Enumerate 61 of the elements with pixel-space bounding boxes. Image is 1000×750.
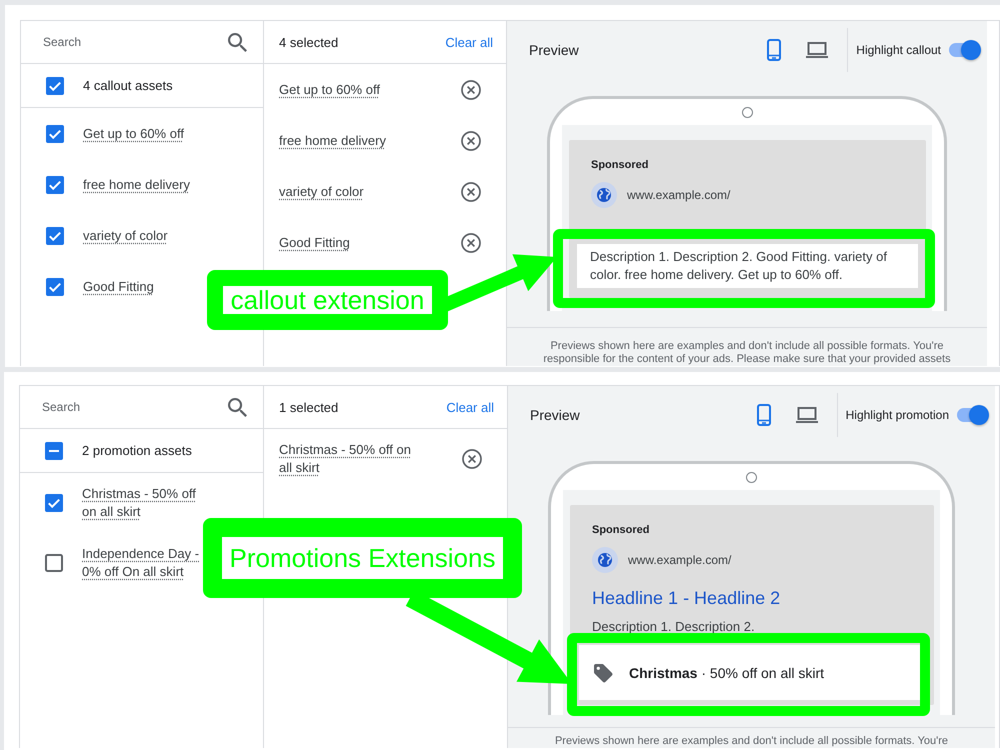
remove-circle-icon[interactable] <box>461 130 481 150</box>
clear-all-link[interactable]: Clear all <box>445 34 493 50</box>
phone-icon[interactable] <box>767 39 782 61</box>
highlight-toggle-label: Highlight promotion <box>846 408 949 422</box>
globe-icon <box>591 182 617 208</box>
selected-asset-label: variety of color <box>279 182 364 200</box>
asset-label: Christmas - 50% off on all skirt <box>82 485 197 521</box>
ad-description: Description 1. Description 2. <box>592 618 756 636</box>
asset-count-label: 4 callout assets <box>83 78 173 93</box>
preview-disclaimer: Previews shown here are examples and don't include all possible formats. You're responsible for the content of your ads. Please make sure that your provided assets <box>542 340 952 366</box>
selected-asset-label: free home delivery <box>279 132 386 150</box>
selected-count: 4 selected <box>279 34 338 50</box>
annotation-label: Promotions Extensions <box>203 518 522 598</box>
asset-label: Get up to 60% off <box>83 124 184 142</box>
asset-label: Independence Day - 0% off On all skirt <box>82 545 200 581</box>
remove-circle-icon[interactable] <box>461 232 481 252</box>
toggle-switch[interactable] <box>947 40 981 60</box>
promotion-text: Christmas · 50% off on all skirt <box>629 664 824 680</box>
highlight-toggle-label: Highlight callout <box>856 43 941 57</box>
checkbox[interactable] <box>45 494 63 512</box>
preview-title: Preview <box>529 42 579 58</box>
checkbox[interactable] <box>46 226 64 244</box>
checkbox[interactable] <box>45 554 63 572</box>
checkbox[interactable] <box>45 442 63 460</box>
asset-label: Good Fitting <box>83 278 154 296</box>
search-icon[interactable] <box>228 398 247 416</box>
selected-count: 1 selected <box>279 400 338 414</box>
ad-url: www.example.com/ <box>628 553 732 567</box>
asset-label: variety of color <box>83 226 168 244</box>
preview-title: Preview <box>530 407 580 423</box>
search-field[interactable]: Search <box>42 400 192 414</box>
tag-icon <box>593 662 613 682</box>
annotation-label: callout extension <box>207 270 448 330</box>
globe-icon <box>592 547 618 573</box>
asset-label: free home delivery <box>83 176 190 194</box>
checkbox[interactable] <box>46 124 64 142</box>
selected-asset-label: Good Fitting <box>279 234 350 252</box>
ad-headline: Headline 1 - Headline 2 <box>592 587 782 610</box>
clear-all-link[interactable]: Clear all <box>446 400 494 414</box>
selected-asset-label: Christmas - 50% off on all skirt <box>279 441 412 477</box>
search-field[interactable]: Search <box>43 35 193 49</box>
remove-circle-icon[interactable] <box>461 80 481 100</box>
preview-disclaimer: Previews shown here are examples and don't include all possible formats. You're <box>554 735 950 748</box>
remove-circle-icon[interactable] <box>461 182 481 202</box>
sponsored-label: Sponsored <box>591 158 650 172</box>
camera-dot-icon <box>742 107 752 118</box>
ad-callout-text: Description 1. Description 2. Good Fitting. variety of color. free home delivery. Get up to 60% off. <box>577 244 918 288</box>
ad-url: www.example.com/ <box>627 188 730 202</box>
laptop-icon[interactable] <box>796 407 818 423</box>
search-icon[interactable] <box>228 32 247 52</box>
checkbox[interactable] <box>46 76 64 94</box>
asset-count-label: 2 promotion assets <box>82 443 192 458</box>
phone-icon[interactable] <box>756 404 771 426</box>
checkbox[interactable] <box>46 278 64 296</box>
remove-circle-icon[interactable] <box>462 449 482 469</box>
camera-dot-icon <box>746 472 757 483</box>
toggle-switch[interactable] <box>955 405 989 425</box>
selected-asset-label: Get up to 60% off <box>279 80 380 98</box>
laptop-icon[interactable] <box>806 42 828 58</box>
sponsored-label: Sponsored <box>592 523 650 537</box>
checkbox[interactable] <box>46 176 64 194</box>
